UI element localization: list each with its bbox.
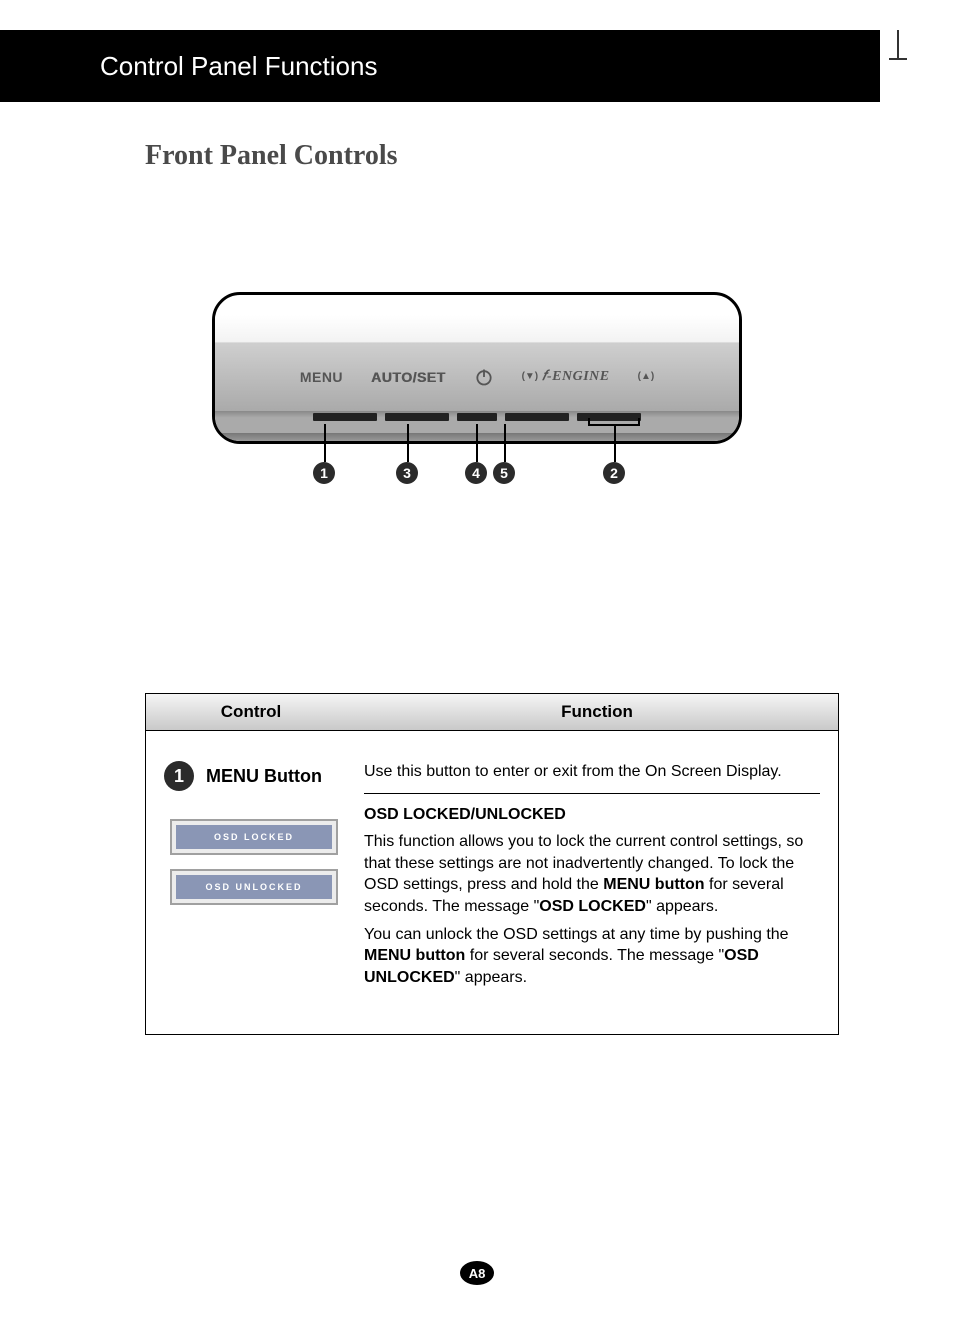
panel-label-autoset: AUTO/SET xyxy=(371,369,446,385)
osd-locked-badge: OSD LOCKED xyxy=(170,819,338,855)
page-header-title: Control Panel Functions xyxy=(100,51,377,82)
row-number-badge: 1 xyxy=(164,761,194,791)
callout-1: 1 xyxy=(313,462,335,484)
table-header: Control Function xyxy=(146,694,838,731)
control-name: MENU Button xyxy=(206,766,322,787)
crop-mark xyxy=(897,30,899,60)
arrow-up-icon: (▲) xyxy=(638,372,655,382)
panel-button xyxy=(577,413,641,421)
function-intro: Use this button to enter or exit from th… xyxy=(364,761,820,794)
function-column: Use this button to enter or exit from th… xyxy=(364,761,820,994)
panel-button xyxy=(457,413,497,421)
arrow-down-icon: (▼) xyxy=(522,372,539,382)
osd-unlocked-badge: OSD UNLOCKED xyxy=(170,869,338,905)
page-header-bar: Control Panel Functions xyxy=(0,30,880,102)
callout-2: 2 xyxy=(603,462,625,484)
osd-unlocked-text: OSD UNLOCKED xyxy=(176,875,332,899)
function-subhead: OSD LOCKED/UNLOCKED xyxy=(364,804,820,826)
callout-3: 3 xyxy=(396,462,418,484)
callout-group: 1 3 4 5 2 xyxy=(212,448,742,508)
control-column: 1 MENU Button OSD LOCKED OSD UNLOCKED xyxy=(164,761,364,994)
th-control: Control xyxy=(146,694,356,730)
panel-label-row: MENU AUTO/SET (▼) 𝑓-ENGINE (▲) xyxy=(215,343,739,411)
page-number: A8 xyxy=(460,1261,494,1285)
function-body: This function allows you to lock the cur… xyxy=(364,831,820,988)
panel-button xyxy=(313,413,377,421)
panel-outline: MENU AUTO/SET (▼) 𝑓-ENGINE (▲) xyxy=(212,292,742,444)
callout-5: 5 xyxy=(493,462,515,484)
front-panel-figure: MENU AUTO/SET (▼) 𝑓-ENGINE (▲) 1 3 xyxy=(212,292,742,508)
panel-label-menu: MENU xyxy=(300,369,343,385)
th-function: Function xyxy=(356,694,838,730)
callout-4: 4 xyxy=(465,462,487,484)
panel-button xyxy=(385,413,449,421)
power-icon xyxy=(474,367,494,387)
osd-locked-text: OSD LOCKED xyxy=(176,825,332,849)
controls-table: Control Function 1 MENU Button OSD LOCKE… xyxy=(145,693,839,1035)
table-row: 1 MENU Button OSD LOCKED OSD UNLOCKED Us… xyxy=(146,731,838,1034)
section-title: Front Panel Controls xyxy=(145,140,954,172)
panel-label-fengine: 𝑓-ENGINE xyxy=(542,369,609,385)
panel-button xyxy=(505,413,569,421)
